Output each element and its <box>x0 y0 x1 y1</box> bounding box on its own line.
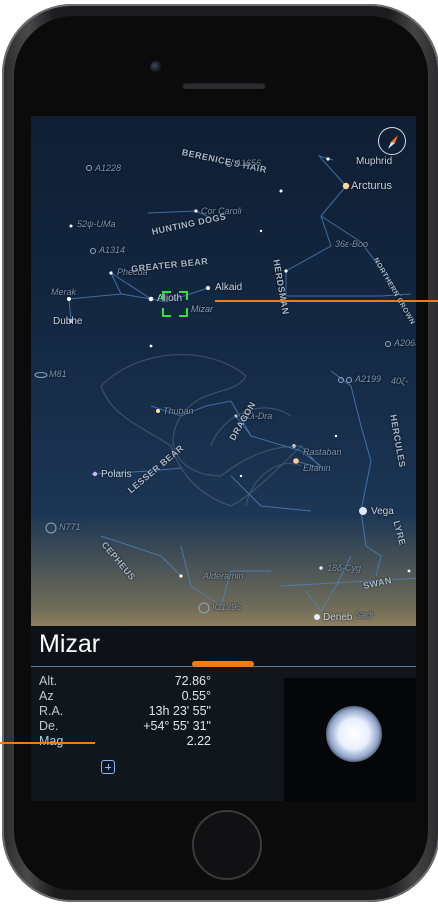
home-button[interactable] <box>192 810 262 880</box>
deep-sky-label[interactable]: A2065 <box>394 338 416 348</box>
front-camera <box>150 61 162 73</box>
star-label[interactable]: Muphrid <box>356 156 392 167</box>
plus-square-icon[interactable] <box>101 760 115 774</box>
info-key: R.A. <box>39 704 64 718</box>
star-label[interactable]: Dubhe <box>53 316 82 327</box>
star-label[interactable]: Thuban <box>163 406 194 416</box>
constellation-lines <box>34 155 416 620</box>
deep-sky-label[interactable]: N771 <box>59 522 81 532</box>
callout-line-add <box>0 742 95 744</box>
earpiece-speaker <box>182 82 266 89</box>
sky-map[interactable]: Muphrid Arcturus Cor Caroli 52ψ-UMa 36ε-… <box>31 116 416 626</box>
info-value: 72.86° <box>174 674 211 688</box>
info-row: Alt. 72.86° <box>39 674 211 689</box>
star-label[interactable]: Mizar <box>191 304 213 314</box>
star-label[interactable]: 52ψ-UMa <box>77 219 116 229</box>
callout-line-reticle <box>215 300 438 302</box>
compass-needle <box>388 135 398 149</box>
info-key: Az <box>39 689 54 703</box>
star-label[interactable]: Vega <box>371 506 394 517</box>
info-row: Az 0.55° <box>39 689 211 704</box>
info-panel: Mizar Alt. 72.86° Az 0.55° R.A. 13h 23' … <box>31 626 416 801</box>
compass-icon[interactable] <box>378 127 406 155</box>
star-label[interactable]: Rastaban <box>303 447 342 457</box>
star-label[interactable]: Merak <box>51 287 76 297</box>
deep-sky-label[interactable]: A1314 <box>99 245 125 255</box>
info-table: Alt. 72.86° Az 0.55° R.A. 13h 23' 55" De… <box>39 674 211 749</box>
info-title-bar: Mizar <box>31 626 416 667</box>
deep-sky-label[interactable]: M81 <box>49 369 67 379</box>
info-key: Mag <box>39 734 64 748</box>
info-value: 2.22 <box>186 734 211 748</box>
star-label[interactable]: Sadr <box>355 610 374 620</box>
info-key: De. <box>39 719 59 733</box>
star-label[interactable]: 18δ-Cyg <box>327 563 361 573</box>
info-value: 0.55° <box>181 689 211 703</box>
deep-sky-label[interactable]: IC1396 <box>212 602 241 612</box>
star-label[interactable]: 36ε-Boo <box>335 239 368 249</box>
info-row: R.A. 13h 23' 55" <box>39 704 211 719</box>
star-label[interactable]: Alkaid <box>215 282 242 293</box>
deep-sky-label[interactable]: A2199 <box>355 374 381 384</box>
info-row: De. +54° 55' 31" <box>39 719 211 734</box>
object-name: Mizar <box>39 630 101 658</box>
star-label[interactable]: Polaris <box>101 469 132 480</box>
star-image <box>326 706 382 762</box>
star-label[interactable]: Deneb <box>323 612 352 623</box>
object-thumbnail <box>284 678 416 801</box>
app-screen: Muphrid Arcturus Cor Caroli 52ψ-UMa 36ε-… <box>31 116 416 801</box>
star-label[interactable]: Arcturus <box>351 180 392 192</box>
info-value: +54° 55' 31" <box>143 719 211 733</box>
info-key: Alt. <box>39 674 58 688</box>
star-label[interactable]: 40ζ- <box>391 376 408 386</box>
star-label[interactable]: Alderamin <box>203 571 244 581</box>
star-label[interactable]: Eltanin <box>303 463 331 473</box>
deep-sky-label[interactable]: A1656 <box>235 158 261 168</box>
panel-drag-handle[interactable] <box>192 661 254 667</box>
deep-sky-label[interactable]: A1228 <box>95 163 121 173</box>
info-value: 13h 23' 55" <box>148 704 211 718</box>
selection-reticle <box>162 291 188 317</box>
